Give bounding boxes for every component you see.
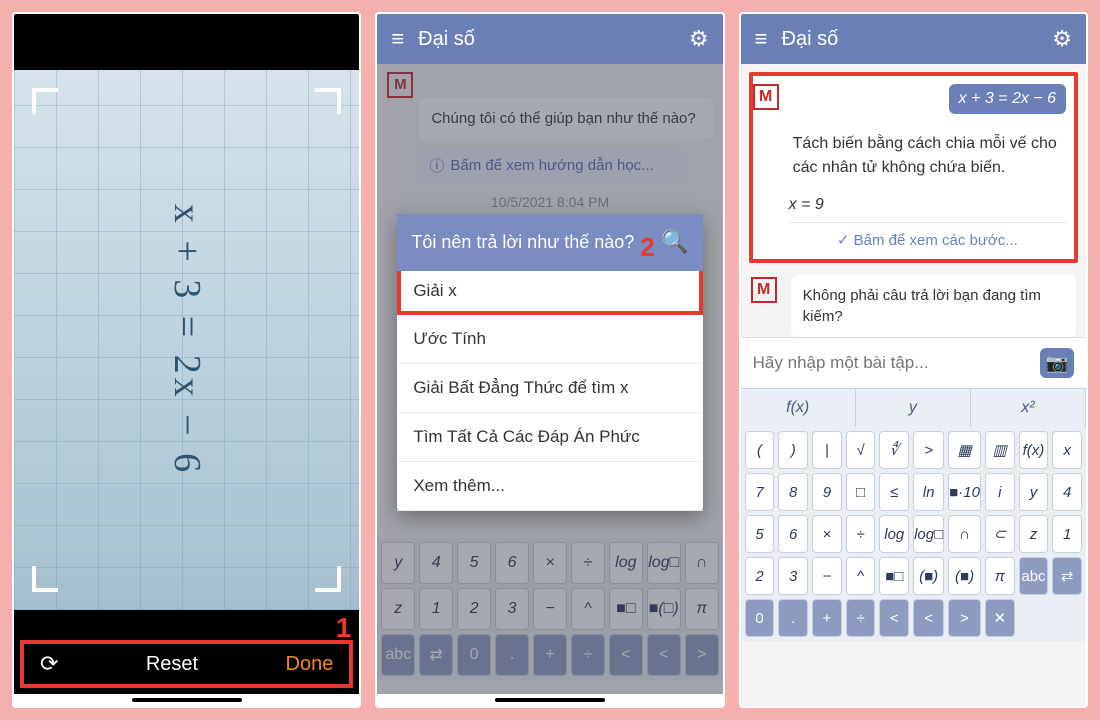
home-indicator (377, 694, 722, 706)
key-▦[interactable]: ▦ (948, 431, 981, 469)
math-keyboard: ()|√∜>▦▥f(x)x789□≤ln■·10iy456×÷loglog□∩⊂… (741, 427, 1086, 641)
key-x[interactable]: x (1052, 431, 1082, 469)
camera-icon[interactable]: 📷 (1040, 348, 1074, 378)
key-log[interactable]: log (879, 515, 909, 553)
key-ln[interactable]: ln (913, 473, 944, 511)
key-abc[interactable]: abc (1019, 557, 1049, 595)
key-<[interactable]: < (913, 599, 944, 637)
input-bar: 📷 (741, 337, 1086, 388)
followup-message: Không phải câu trả lời bạn đang tìm kiếm… (791, 275, 1076, 337)
key-√[interactable]: √ (846, 431, 876, 469)
option--c-t-nh[interactable]: Ước Tính (397, 315, 702, 364)
app-avatar-icon: M (753, 84, 779, 110)
key-(■)[interactable]: (■) (913, 557, 944, 595)
key->[interactable]: > (948, 599, 981, 637)
key-⇄[interactable]: ⇄ (1052, 557, 1082, 595)
key-∜[interactable]: ∜ (879, 431, 909, 469)
panel-result: ≡ Đại số ⚙ M x + 3 = 2x − 6 Tách biến bằ… (739, 12, 1088, 708)
key-|[interactable]: | (812, 431, 842, 469)
menu-icon[interactable]: ≡ (755, 26, 768, 52)
gear-icon[interactable]: ⚙ (1052, 26, 1072, 52)
key-✕[interactable]: ✕ (985, 599, 1015, 637)
reset-button[interactable]: Reset (146, 653, 198, 676)
key-(■)[interactable]: (■) (948, 557, 981, 595)
key-□[interactable]: □ (846, 473, 876, 511)
tab-y[interactable]: y (856, 389, 971, 427)
camera-viewfinder[interactable]: x + 3 = 2x − 6 (14, 70, 359, 610)
app-avatar-icon: M (751, 277, 777, 303)
option-t-m-t-t-c-c-c-p-n-ph-c[interactable]: Tìm Tất Cả Các Đáp Án Phức (397, 413, 702, 462)
key-z[interactable]: z (1019, 515, 1049, 553)
key-÷[interactable]: ÷ (846, 515, 876, 553)
step-marker-1: 1 (336, 612, 352, 644)
key-≤[interactable]: ≤ (879, 473, 909, 511)
app-header: ≡ Đại số ⚙ (741, 14, 1086, 64)
key-▥[interactable]: ▥ (985, 431, 1015, 469)
keyboard-tabs: f(x)yx² (741, 388, 1086, 427)
key-1[interactable]: 1 (1052, 515, 1082, 553)
option-gi-i-x[interactable]: Giải x (397, 271, 702, 315)
menu-icon[interactable]: ≡ (391, 26, 404, 52)
gear-icon[interactable]: ⚙ (689, 26, 709, 52)
key-−[interactable]: − (812, 557, 842, 595)
answer-mode-modal: Tôi nên trả lời như thế nào? 2 🔍 Giải xƯ… (397, 214, 702, 511)
camera-top-bar (14, 14, 359, 70)
solution-text: x = 9 (789, 196, 1066, 214)
key-4[interactable]: 4 (1052, 473, 1082, 511)
handwritten-equation: x + 3 = 2x − 6 (165, 204, 209, 476)
tab-f(x)[interactable]: f(x) (741, 389, 856, 427)
key-■□[interactable]: ■□ (879, 557, 909, 595)
key-⊂[interactable]: ⊂ (985, 515, 1015, 553)
equation-chip: x + 3 = 2x − 6 (949, 84, 1066, 114)
key-+[interactable]: + (812, 599, 842, 637)
page-title: Đại số (782, 28, 1039, 51)
result-area: M x + 3 = 2x − 6 Tách biến bằng cách chi… (741, 64, 1086, 706)
key-÷[interactable]: ÷ (846, 599, 876, 637)
key-)[interactable]: ) (778, 431, 808, 469)
key-i[interactable]: i (985, 473, 1015, 511)
panel-camera: x + 3 = 2x − 6 1 ⟳ Reset Done (12, 12, 361, 708)
key-∩[interactable]: ∩ (948, 515, 981, 553)
key-^[interactable]: ^ (846, 557, 876, 595)
show-steps-link[interactable]: Bấm để xem các bước... (789, 222, 1066, 251)
key-.[interactable]: . (778, 599, 808, 637)
camera-action-bar: ⟳ Reset Done (20, 640, 353, 688)
explanation-text: Tách biến bằng cách chia mỗi vế cho các … (789, 122, 1066, 190)
key-5[interactable]: 5 (745, 515, 775, 553)
option-xem-th-m-[interactable]: Xem thêm... (397, 462, 702, 511)
key-log□[interactable]: log□ (913, 515, 944, 553)
problem-input[interactable] (753, 353, 1040, 373)
app-header: ≡ Đại số ⚙ (377, 14, 722, 64)
key-9[interactable]: 9 (812, 473, 842, 511)
rotate-icon[interactable]: ⟳ (40, 651, 58, 677)
solution-card: M x + 3 = 2x − 6 Tách biến bằng cách chi… (749, 72, 1078, 263)
home-indicator (14, 694, 359, 706)
tab-x²[interactable]: x² (971, 389, 1086, 427)
key-0[interactable]: 0 (745, 599, 775, 637)
chat-area: M Chúng tôi có thể giúp bạn như thế nào?… (377, 64, 722, 694)
key-π[interactable]: π (985, 557, 1015, 595)
key-3[interactable]: 3 (778, 557, 808, 595)
key-y[interactable]: y (1019, 473, 1049, 511)
key-f(x)[interactable]: f(x) (1019, 431, 1049, 469)
key-<[interactable]: < (879, 599, 909, 637)
key-([interactable]: ( (745, 431, 775, 469)
key-■·10[interactable]: ■·10 (948, 473, 981, 511)
key-×[interactable]: × (812, 515, 842, 553)
key-2[interactable]: 2 (745, 557, 775, 595)
step-marker-2: 2 (640, 231, 654, 265)
done-button[interactable]: Done (286, 653, 334, 676)
panel-options: ≡ Đại số ⚙ M Chúng tôi có thể giúp bạn n… (375, 12, 724, 708)
key-6[interactable]: 6 (778, 515, 808, 553)
key-8[interactable]: 8 (778, 473, 808, 511)
search-icon[interactable]: 🔍 (661, 228, 688, 257)
key->[interactable]: > (913, 431, 944, 469)
option-gi-i-b-t-ng-th-c-t-m-x[interactable]: Giải Bất Đẳng Thức để tìm x (397, 364, 702, 413)
camera-bottom-bar: 1 ⟳ Reset Done (14, 610, 359, 694)
page-title: Đại số (418, 28, 675, 51)
key-7[interactable]: 7 (745, 473, 775, 511)
modal-title: Tôi nên trả lời như thế nào? (411, 231, 661, 254)
